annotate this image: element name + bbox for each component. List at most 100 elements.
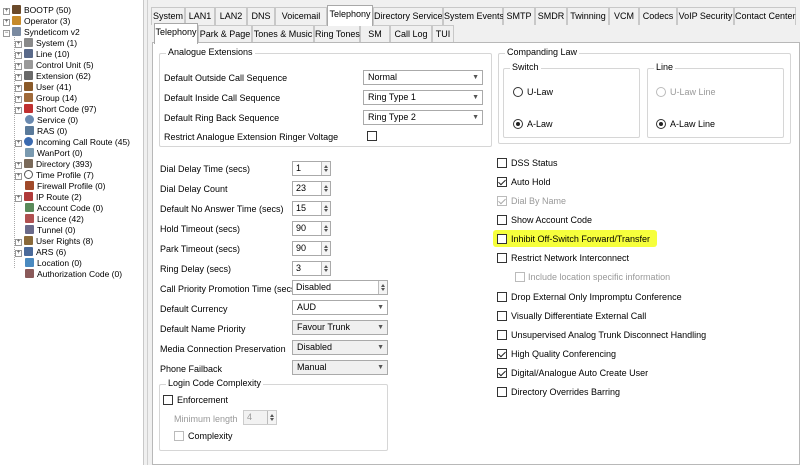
complexity-checkbox[interactable] — [174, 431, 184, 441]
tree-item-extension[interactable]: + Extension (62) — [15, 71, 91, 82]
tab-dns[interactable]: DNS — [247, 7, 275, 25]
expand-icon[interactable]: + — [15, 52, 22, 59]
tree-item-time-profile[interactable]: + Time Profile (7) — [15, 170, 94, 181]
subtab-ring-tones[interactable]: Ring Tones — [314, 25, 360, 43]
expand-icon[interactable]: + — [15, 239, 22, 246]
tree-item-account-code[interactable]: Account Code (0) — [25, 203, 103, 214]
configuration-tree[interactable]: + BOOTP (50) + Operator (3) − Syndeticom v2… — [0, 0, 144, 465]
tree-item-location[interactable]: Location (0) — [25, 258, 82, 269]
dial-by-name-checkbox[interactable] — [497, 196, 507, 206]
subtab-telephony[interactable]: Telephony — [154, 23, 198, 44]
dial-delay-time-spinner[interactable]: 1 — [292, 161, 331, 176]
tree-item-directory[interactable]: + Directory (393) — [15, 159, 92, 170]
tree-item-line[interactable]: + Line (10) — [15, 49, 70, 60]
outside-sequence-select[interactable]: Normal ▼ — [363, 70, 483, 85]
switch-alaw-radio[interactable] — [513, 119, 523, 129]
drop-external-checkbox[interactable] — [497, 292, 507, 302]
default-currency-select[interactable]: AUD ▼ — [292, 300, 388, 315]
tree-item-service[interactable]: Service (0) — [25, 115, 78, 126]
promotion-time-spinner[interactable]: Disabled — [292, 280, 388, 295]
expand-icon[interactable]: + — [15, 195, 22, 202]
spinner-arrows-icon[interactable] — [321, 242, 330, 255]
auto-hold-checkbox[interactable] — [497, 177, 507, 187]
restrict-network-checkbox[interactable] — [497, 253, 507, 263]
expand-icon[interactable]: + — [15, 107, 22, 114]
unsupervised-trunk-checkbox[interactable] — [497, 330, 507, 340]
line-ulaw-radio[interactable] — [656, 87, 666, 97]
spinner-arrows-icon[interactable] — [321, 222, 330, 235]
dial-delay-count-spinner[interactable]: 23 — [292, 181, 331, 196]
expand-icon[interactable]: + — [15, 250, 22, 257]
collapse-icon[interactable]: − — [3, 30, 10, 37]
tree-item-user-rights[interactable]: + User Rights (8) — [15, 236, 93, 247]
tree-item-licence[interactable]: Licence (42) — [25, 214, 84, 225]
ring-delay-spinner[interactable]: 3 — [292, 261, 331, 276]
expand-icon[interactable]: + — [15, 63, 22, 70]
include-location-checkbox[interactable] — [515, 272, 525, 282]
tree-item-ars[interactable]: + ARS (6) — [15, 247, 66, 258]
subtab-call-log[interactable]: Call Log — [390, 25, 432, 43]
digital-analogue-checkbox[interactable] — [497, 368, 507, 378]
subtab-park-page[interactable]: Park & Page — [198, 25, 252, 43]
subtab-sm[interactable]: SM — [360, 25, 390, 43]
ringback-sequence-select[interactable]: Ring Type 2 ▼ — [363, 110, 483, 125]
tab-directory-services[interactable]: Directory Services — [373, 7, 447, 25]
tree-item-ip-route[interactable]: + IP Route (2) — [15, 192, 82, 203]
tree-item-firewall-profile[interactable]: Firewall Profile (0) — [25, 181, 106, 192]
tab-system-events[interactable]: System Events — [443, 7, 504, 25]
inhibit-off-switch-checkbox[interactable] — [497, 234, 507, 244]
enforcement-checkbox[interactable] — [163, 395, 173, 405]
tab-voicemail[interactable]: Voicemail — [275, 7, 327, 25]
tree-item-system[interactable]: + System (1) — [15, 38, 77, 49]
tree-item-short-code[interactable]: + Short Code (97) — [15, 104, 96, 115]
expand-icon[interactable]: + — [15, 96, 22, 103]
tree-item-control-unit[interactable]: + Control Unit (5) — [15, 60, 94, 71]
tree-item-user[interactable]: + User (41) — [15, 82, 71, 93]
visually-differentiate-checkbox[interactable] — [497, 311, 507, 321]
tree-item-bootp[interactable]: + BOOTP (50) — [3, 5, 71, 16]
tab-vcm[interactable]: VCM — [609, 7, 639, 25]
tab-telephony[interactable]: Telephony — [327, 5, 373, 26]
subtab-tones-music[interactable]: Tones & Music — [252, 25, 314, 43]
tree-item-ras[interactable]: RAS (0) — [25, 126, 67, 137]
tree-item-wanport[interactable]: WanPort (0) — [25, 148, 83, 159]
no-answer-time-spinner[interactable]: 15 — [292, 201, 331, 216]
spinner-arrows-icon[interactable] — [267, 411, 276, 424]
high-quality-conferencing-checkbox[interactable] — [497, 349, 507, 359]
tab-voip-security[interactable]: VoIP Security — [677, 7, 734, 25]
expand-icon[interactable]: + — [3, 19, 10, 26]
name-priority-select[interactable]: Favour Trunk ▼ — [292, 320, 388, 335]
hold-timeout-spinner[interactable]: 90 — [292, 221, 331, 236]
tab-twinning[interactable]: Twinning — [567, 7, 609, 25]
show-account-code-checkbox[interactable] — [497, 215, 507, 225]
expand-icon[interactable]: + — [3, 8, 10, 15]
tree-item-group[interactable]: + Group (14) — [15, 93, 77, 104]
tab-lan2[interactable]: LAN2 — [215, 7, 247, 25]
inside-sequence-select[interactable]: Ring Type 1 ▼ — [363, 90, 483, 105]
tab-smdr[interactable]: SMDR — [535, 7, 567, 25]
directory-overrides-checkbox[interactable] — [497, 387, 507, 397]
spinner-arrows-icon[interactable] — [321, 202, 330, 215]
expand-icon[interactable]: + — [15, 85, 22, 92]
spinner-arrows-icon[interactable] — [321, 262, 330, 275]
spinner-arrows-icon[interactable] — [378, 281, 387, 294]
line-alaw-radio[interactable] — [656, 119, 666, 129]
expand-icon[interactable]: + — [15, 173, 22, 180]
tab-contact-center[interactable]: Contact Center — [734, 7, 796, 25]
min-length-spinner[interactable]: 4 — [243, 410, 277, 425]
spinner-arrows-icon[interactable] — [321, 162, 330, 175]
expand-icon[interactable]: + — [15, 74, 22, 81]
tab-smtp[interactable]: SMTP — [503, 7, 535, 25]
expand-icon[interactable]: + — [15, 41, 22, 48]
spinner-arrows-icon[interactable] — [321, 182, 330, 195]
tree-item-authorization-code[interactable]: Authorization Code (0) — [25, 269, 122, 280]
park-timeout-spinner[interactable]: 90 — [292, 241, 331, 256]
tree-item-incoming-call-route[interactable]: + Incoming Call Route (45) — [15, 137, 130, 148]
media-preservation-select[interactable]: Disabled ▼ — [292, 340, 388, 355]
subtab-tui[interactable]: TUI — [432, 25, 454, 43]
expand-icon[interactable]: + — [15, 140, 22, 147]
restrict-ringer-checkbox[interactable] — [367, 131, 377, 141]
tab-codecs[interactable]: Codecs — [639, 7, 677, 25]
tree-item-tunnel[interactable]: Tunnel (0) — [25, 225, 75, 236]
tree-item-operator[interactable]: + Operator (3) — [3, 16, 70, 27]
